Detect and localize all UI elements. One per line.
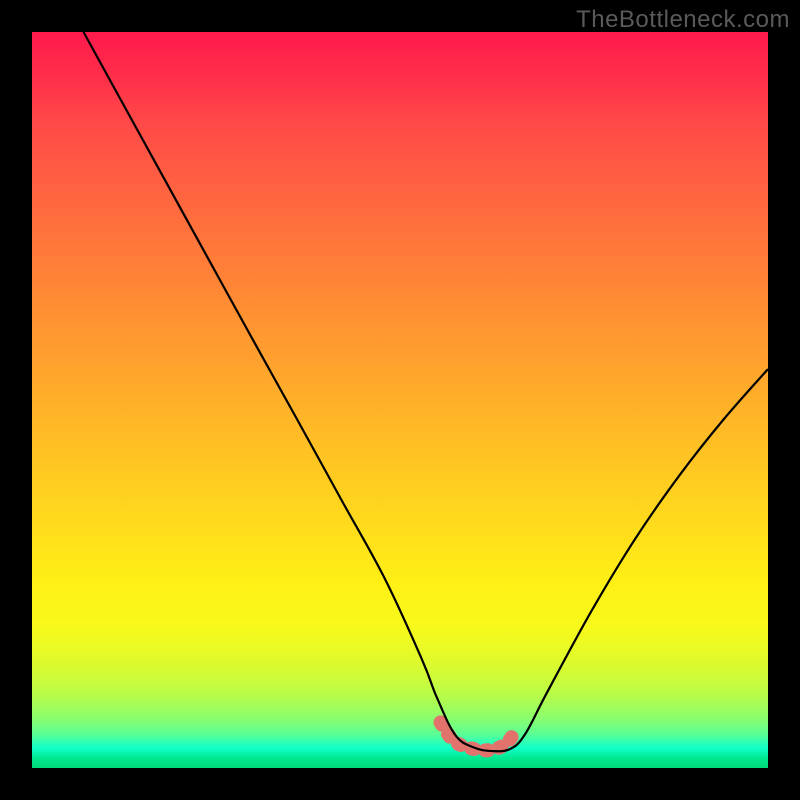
curve-layer xyxy=(32,32,768,768)
plot-area xyxy=(32,32,768,768)
bottleneck-curve xyxy=(84,32,768,751)
watermark-text: TheBottleneck.com xyxy=(576,6,790,34)
chart-frame: TheBottleneck.com xyxy=(0,0,800,800)
highlight-points xyxy=(440,722,517,750)
